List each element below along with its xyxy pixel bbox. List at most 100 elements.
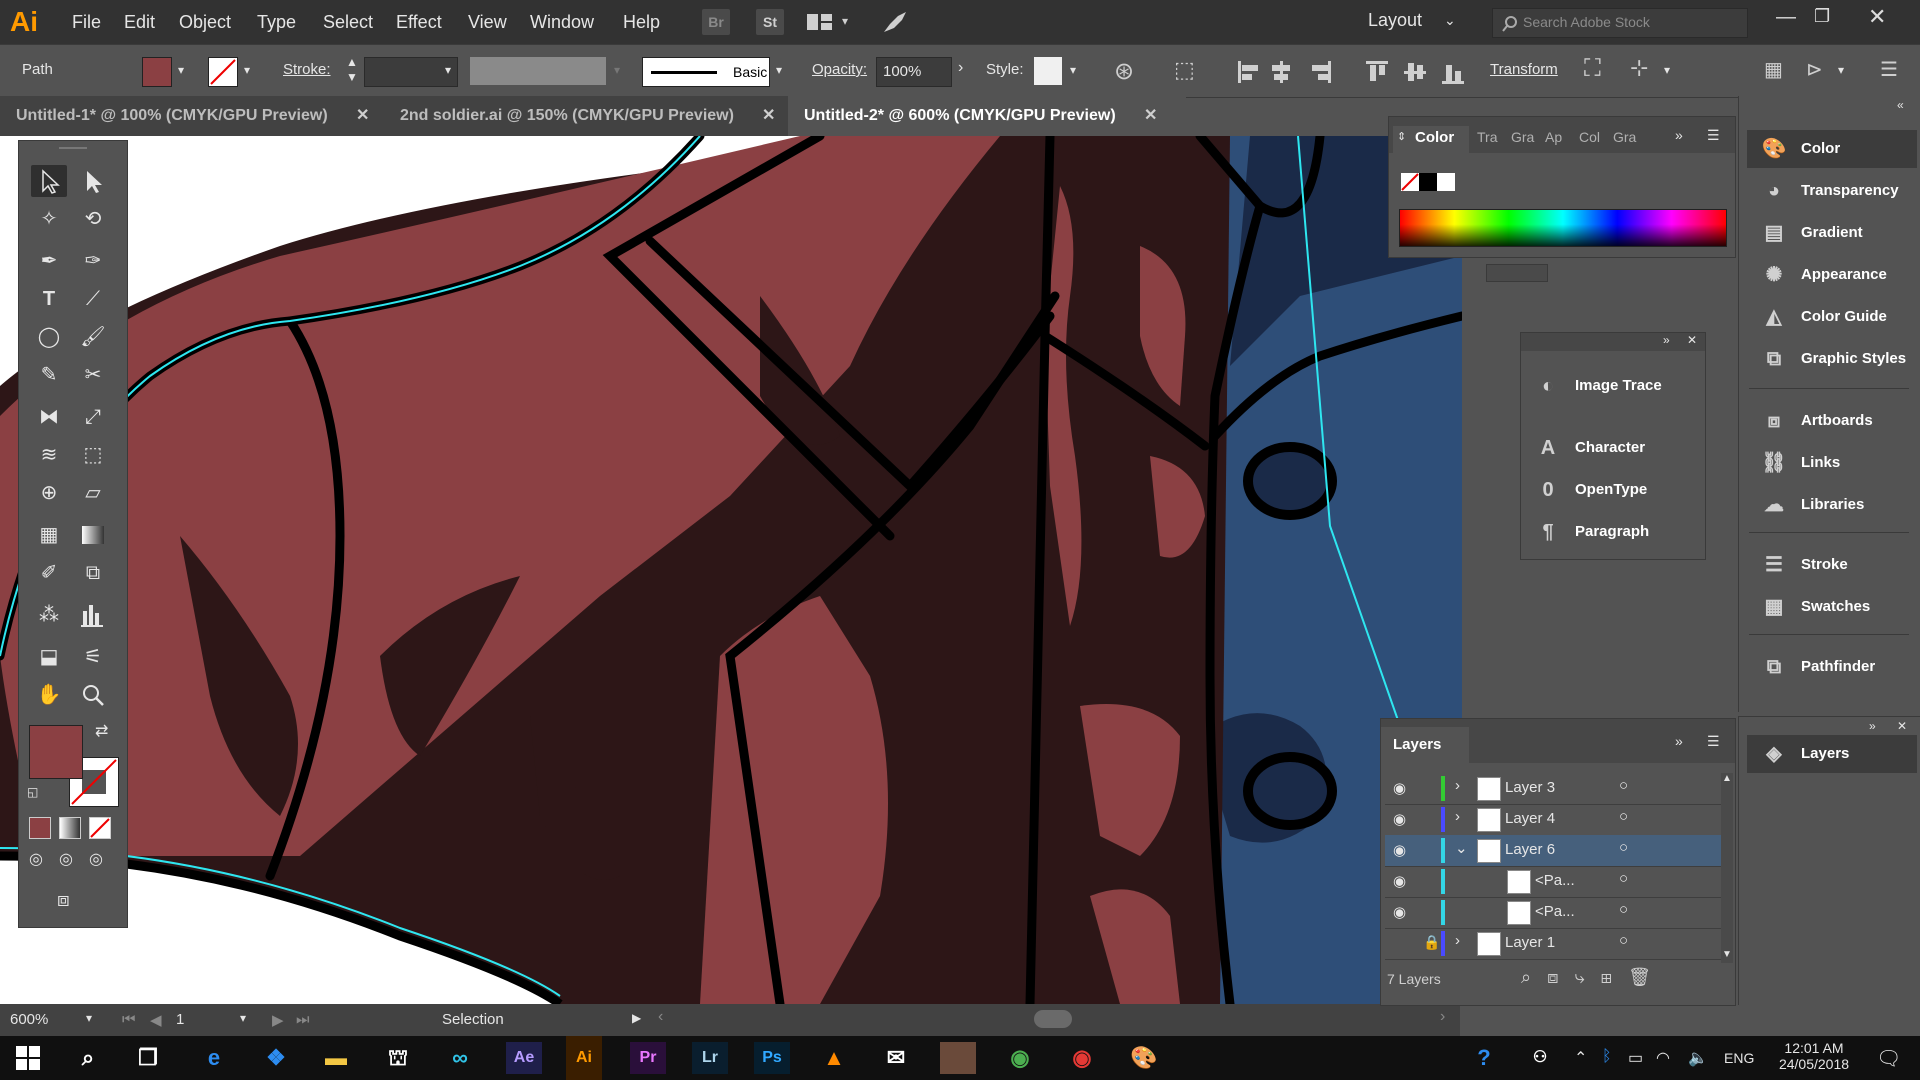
- menu-edit[interactable]: Edit: [124, 12, 155, 33]
- dock-stroke[interactable]: ☰ Stroke: [1747, 546, 1917, 584]
- tab-untitled-2[interactable]: Untitled-2* @ 600% (CMYK/GPU Preview) ✕: [788, 96, 1186, 136]
- artboard-canvas[interactable]: [0, 136, 1462, 1004]
- windows-start-icon[interactable]: [16, 1046, 40, 1073]
- transform-options-icon[interactable]: ⊹: [1630, 55, 1648, 81]
- panel-menu-icon[interactable]: ☰: [1707, 733, 1720, 750]
- after-effects-icon[interactable]: Ae: [506, 1042, 542, 1074]
- type-tool-icon[interactable]: T: [31, 283, 67, 315]
- layer-name[interactable]: <Pa...: [1535, 872, 1575, 889]
- lock-icon[interactable]: 🔒: [1423, 934, 1440, 951]
- dock-transparency[interactable]: ◕ Transparency: [1747, 172, 1917, 210]
- make-clipping-mask-icon[interactable]: ⧈: [1547, 967, 1574, 987]
- tab-transparency[interactable]: Tra: [1477, 129, 1497, 145]
- hand-tool-icon[interactable]: ✋: [31, 679, 67, 711]
- edge-browser-icon[interactable]: e: [196, 1042, 232, 1074]
- line-tool-icon[interactable]: ⟋: [75, 283, 111, 315]
- chevron-down-icon[interactable]: ▾: [776, 63, 782, 77]
- pen-tool-icon[interactable]: ✒: [31, 245, 67, 277]
- reflect-tool-icon[interactable]: ⧓: [31, 401, 67, 433]
- dock-color[interactable]: 🎨 Color: [1747, 130, 1917, 168]
- select-similar-icon[interactable]: ⊳: [1806, 57, 1823, 82]
- paintbrush-icon[interactable]: 🖌: [75, 321, 111, 353]
- target-circle-icon[interactable]: ○: [1619, 932, 1628, 949]
- chevron-right-icon[interactable]: ›: [958, 59, 963, 77]
- panel-item-character[interactable]: A Character: [1521, 429, 1691, 467]
- opacity-value[interactable]: 100%: [883, 63, 921, 80]
- paint-icon[interactable]: 🎨: [1126, 1042, 1162, 1074]
- dock-artboards[interactable]: ⧈ Artboards: [1747, 402, 1917, 440]
- scroll-up-icon[interactable]: ▲: [1722, 773, 1732, 784]
- scroll-down-icon[interactable]: ▼: [1722, 949, 1732, 960]
- previous-artboard-icon[interactable]: ◀: [150, 1011, 162, 1029]
- expand-panel-icon[interactable]: »: [1675, 127, 1683, 143]
- last-artboard-icon[interactable]: ⏭: [296, 1011, 310, 1028]
- language-indicator[interactable]: ENG: [1724, 1050, 1754, 1066]
- layer-name[interactable]: Layer 6: [1505, 841, 1555, 858]
- premiere-icon[interactable]: Pr: [630, 1042, 666, 1074]
- illustrator-taskbar-icon[interactable]: Ai: [566, 1036, 602, 1080]
- help-icon[interactable]: ?: [1466, 1042, 1502, 1074]
- target-circle-icon[interactable]: ○: [1619, 839, 1628, 856]
- color-mode-icon[interactable]: [29, 817, 51, 839]
- menu-file[interactable]: File: [72, 12, 101, 33]
- stock-search[interactable]: Search Adobe Stock: [1492, 8, 1748, 38]
- dock-layers[interactable]: ◈ Layers: [1747, 735, 1917, 773]
- lasso-icon[interactable]: ⟲: [75, 203, 111, 235]
- swap-fill-stroke-icon[interactable]: ⇄: [95, 721, 108, 741]
- white-swatch[interactable]: [1437, 173, 1455, 191]
- warp-tool-icon[interactable]: ≋: [31, 439, 67, 471]
- expand-toggle-icon[interactable]: ›: [1455, 932, 1460, 949]
- transform-link[interactable]: Transform: [1490, 61, 1558, 78]
- menu-effect[interactable]: Effect: [396, 12, 442, 33]
- infinity-app-icon[interactable]: ∞: [442, 1042, 478, 1074]
- people-icon[interactable]: ⚇: [1522, 1042, 1558, 1074]
- tab-graphic-styles[interactable]: Gra: [1613, 129, 1636, 145]
- free-transform-icon[interactable]: ⬚: [75, 439, 111, 471]
- artwork[interactable]: [0, 136, 1462, 1004]
- clock[interactable]: 12:01 AM 24/05/2018: [1774, 1040, 1854, 1072]
- fill-indicator[interactable]: [29, 725, 83, 779]
- dock-links[interactable]: ⛓ Links: [1747, 444, 1917, 482]
- target-circle-icon[interactable]: ○: [1619, 777, 1628, 794]
- first-artboard-icon[interactable]: ⏮: [122, 1011, 136, 1028]
- layer-row[interactable]: ◉ › Layer 3 ○: [1385, 773, 1725, 805]
- search-input[interactable]: Search Adobe Stock: [1523, 14, 1650, 30]
- close-icon[interactable]: ✕: [1897, 719, 1907, 733]
- eyedropper-icon[interactable]: ✐: [31, 557, 67, 589]
- close-icon[interactable]: ✕: [356, 96, 369, 136]
- floating-panel-header[interactable]: » ✕: [1521, 333, 1705, 351]
- layer-row[interactable]: ◉ › Layer 4 ○: [1385, 804, 1725, 836]
- chevron-down-icon[interactable]: ▾: [178, 63, 184, 77]
- zoom-icon[interactable]: [75, 679, 111, 711]
- direct-selection-tool-icon[interactable]: [75, 165, 111, 197]
- opacity-label[interactable]: Opacity:: [812, 61, 867, 78]
- perspective-grid-icon[interactable]: ▱: [75, 477, 111, 509]
- tab-2nd-soldier[interactable]: 2nd soldier.ai @ 150% (CMYK/GPU Preview)…: [384, 96, 804, 136]
- stroke-label[interactable]: Stroke:: [283, 61, 331, 78]
- target-circle-icon[interactable]: ○: [1619, 808, 1628, 825]
- fill-swatch[interactable]: [142, 57, 172, 87]
- visibility-eye-icon[interactable]: ◉: [1393, 841, 1406, 859]
- layer-row[interactable]: ◉ <Pa... ○: [1385, 866, 1725, 898]
- file-explorer-icon[interactable]: ▬: [318, 1042, 354, 1074]
- chrome-icon[interactable]: ◉: [1064, 1042, 1100, 1074]
- panel-grip[interactable]: [59, 147, 87, 149]
- chevron-down-icon[interactable]: ▾: [1070, 63, 1076, 77]
- chevron-down-icon[interactable]: ▾: [1664, 63, 1670, 77]
- recolor-artwork-icon[interactable]: ⊛: [1114, 57, 1134, 86]
- collapsed-panel-stub[interactable]: [1486, 264, 1548, 282]
- curvature-tool-icon[interactable]: ✑: [75, 245, 111, 277]
- layer-name[interactable]: <Pa...: [1535, 903, 1575, 920]
- expand-toggle-icon[interactable]: ⌄: [1455, 839, 1468, 857]
- chevron-down-icon[interactable]: ▾: [842, 14, 848, 28]
- draw-behind-icon[interactable]: ◎: [59, 849, 73, 869]
- dock-pathfinder[interactable]: ⧉ Pathfinder: [1747, 648, 1917, 686]
- tab-gradient[interactable]: Gra: [1511, 129, 1534, 145]
- opacity-field[interactable]: 100%: [876, 57, 952, 87]
- default-colors-icon[interactable]: ◱: [27, 785, 38, 799]
- dock-libraries[interactable]: ☁ Libraries: [1747, 486, 1917, 524]
- tab-appearance[interactable]: Ap: [1545, 129, 1562, 145]
- menu-object[interactable]: Object: [179, 12, 231, 33]
- ellipse-tool-icon[interactable]: ◯: [31, 321, 67, 353]
- magic-wand-icon[interactable]: ✧: [31, 203, 67, 235]
